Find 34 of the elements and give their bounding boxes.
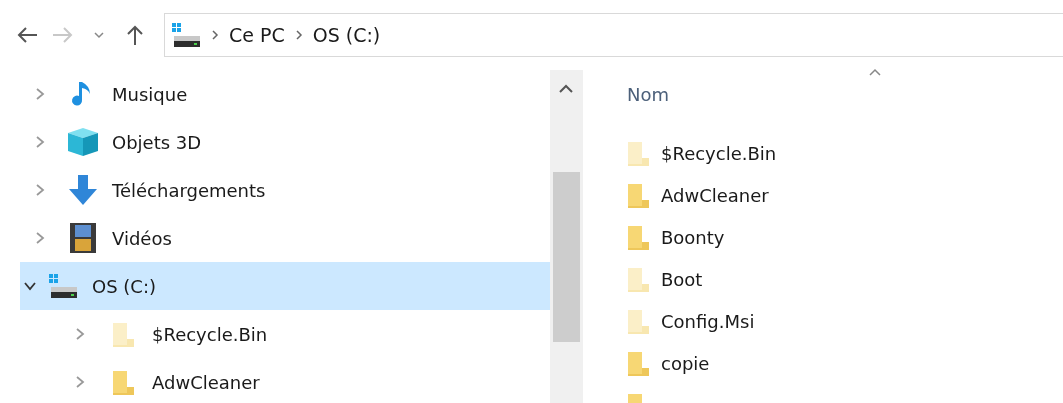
tree-item[interactable]: Vidéos (0, 214, 550, 262)
file-name[interactable]: Boonty (661, 226, 725, 248)
tree-item-label: OS (C:) (92, 275, 156, 297)
drive-icon (171, 22, 201, 48)
file-name[interactable]: Boot (661, 268, 703, 290)
selected-tree-item[interactable]: OS (C:) (20, 262, 550, 310)
tree-item[interactable]: Musique (0, 70, 550, 118)
file-name[interactable]: $Recycle.Bin (661, 142, 777, 164)
tree-item[interactable]: Objets 3D (0, 118, 550, 166)
film-strip-icon (70, 223, 96, 253)
drive-icon (48, 273, 78, 299)
tree-item-label: Objets 3D (112, 131, 202, 153)
breadcrumb[interactable]: OS (C:) (312, 24, 381, 46)
tree-item-label: Vidéos (112, 227, 172, 249)
tree-item-label: AdwCleaner (152, 371, 260, 393)
file-name[interactable]: copie (661, 352, 710, 374)
tree-item-label: Téléchargements (112, 179, 266, 201)
scroll-up-icon[interactable] (558, 84, 574, 94)
column-header[interactable]: Nom (627, 84, 1063, 110)
file-name[interactable]: Config.Msi (661, 310, 755, 332)
cube-icon (66, 127, 100, 157)
tree-item-label: $Recycle.Bin (152, 323, 268, 345)
address-bar[interactable]: Ce PC OS (C:) (164, 13, 1063, 57)
tree-item[interactable]: AdwCleaner (0, 358, 550, 403)
file-name[interactable]: AdwCleaner (661, 184, 769, 206)
scrollbar-thumb[interactable] (553, 172, 580, 342)
breadcrumb[interactable]: Ce PC (229, 24, 285, 46)
scrollbar[interactable] (550, 70, 583, 403)
download-arrow-icon (67, 174, 99, 206)
tree-item-label: Musique (112, 83, 188, 105)
breadcrumb-chevron-icon[interactable] (211, 29, 219, 41)
tree-item[interactable]: $Recycle.Bin (0, 310, 550, 358)
tree-item[interactable]: Téléchargements (0, 166, 550, 214)
breadcrumb-chevron-icon[interactable] (294, 29, 303, 41)
